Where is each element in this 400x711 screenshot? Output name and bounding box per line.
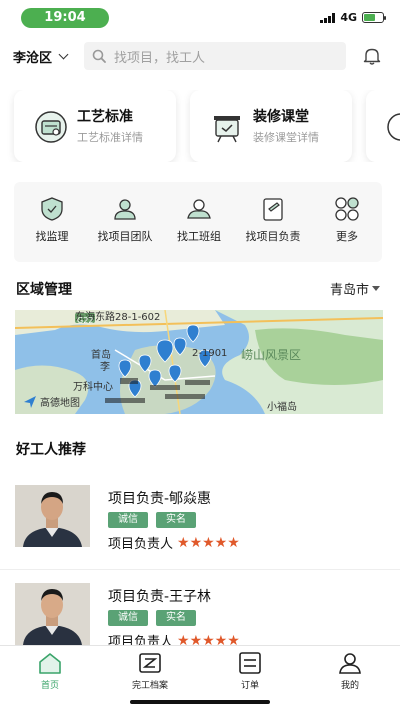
tab-profile[interactable]: 我的 xyxy=(310,652,390,691)
badge-verified: 实名 xyxy=(156,512,196,528)
craft-standard-icon xyxy=(35,111,67,143)
badge-credit: 诚信 xyxy=(108,610,148,626)
tab-archive[interactable]: 完工档案 xyxy=(110,652,190,691)
quick-action-project-lead[interactable]: 找项目负责 xyxy=(238,196,308,244)
quick-action-label: 找项目负责 xyxy=(245,230,301,243)
feature-subtitle: 装修课堂详情 xyxy=(253,131,319,144)
worker-role-row: 项目负责人 ★★★★★ xyxy=(108,533,240,553)
worker-name: 项目负责-郇焱惠 xyxy=(108,491,212,507)
team-icon xyxy=(114,199,136,220)
battery-icon xyxy=(362,12,386,23)
worker-photo xyxy=(15,583,90,645)
tab-label: 首页 xyxy=(40,681,59,691)
quick-actions: 找监理 找项目团队 找工班组 找项目负责 更多 xyxy=(14,182,382,262)
map-label-highway: G22 xyxy=(77,316,94,325)
search-input[interactable]: 找项目，找工人 xyxy=(84,42,346,70)
archive-icon xyxy=(139,653,161,673)
map-label-vanke: 万科中心 xyxy=(73,382,113,393)
tab-label: 订单 xyxy=(240,681,259,691)
worker-badges: 诚信 实名 xyxy=(108,512,196,528)
city-label: 青岛市 xyxy=(329,283,369,298)
feature-card-decoration-class[interactable]: 装修课堂 装修课堂详情 xyxy=(190,90,352,162)
badge-verified: 实名 xyxy=(156,610,196,626)
worker-badges: 诚信 实名 xyxy=(108,610,196,626)
partial-feature-icon xyxy=(387,113,400,141)
shield-icon xyxy=(41,197,63,221)
worker-photo xyxy=(15,485,90,547)
quick-action-label: 更多 xyxy=(336,230,358,243)
divider xyxy=(0,569,400,570)
bell-icon[interactable] xyxy=(362,46,382,66)
map-provider-name: 高德地图 xyxy=(40,398,80,409)
city-selector[interactable]: 青岛市 xyxy=(330,279,380,298)
rating-stars: ★★★★★ xyxy=(177,534,240,551)
feature-subtitle: 工艺标准详情 xyxy=(77,131,143,144)
crew-icon xyxy=(187,199,211,219)
map-label-xiaofudao: 小福岛 xyxy=(267,402,297,413)
quick-action-label: 找工班组 xyxy=(177,230,221,243)
triangle-down-icon xyxy=(372,286,380,291)
map-label-laoshan: 崂山风景区 xyxy=(241,348,302,362)
badge-credit: 诚信 xyxy=(108,512,148,528)
map-label-address: 2-1901 xyxy=(192,348,228,359)
feature-title: 工艺标准 xyxy=(77,109,133,125)
navigation-arrow-icon xyxy=(24,395,36,408)
feature-card-craft-standard[interactable]: 工艺标准 工艺标准详情 xyxy=(14,90,176,162)
feature-cards: 工艺标准 工艺标准详情 装修课堂 装修课堂详情 xyxy=(0,90,400,162)
district-label: 李沧区 xyxy=(13,51,53,66)
quick-action-more[interactable]: 更多 xyxy=(312,196,382,244)
quick-action-label: 找项目团队 xyxy=(97,230,153,243)
worker-card[interactable]: 项目负责-郇焱惠 诚信 实名 项目负责人 ★★★★★ xyxy=(15,485,385,555)
network-type: 4G xyxy=(340,11,357,24)
status-bar: 19:04 4G xyxy=(0,0,400,34)
district-selector[interactable]: 李沧区 xyxy=(13,47,69,66)
search-row: 李沧区 找项目，找工人 xyxy=(0,40,400,72)
worker-card[interactable]: 项目负责-王子林 诚信 实名 项目负责人 ★★★★★ xyxy=(15,583,385,653)
home-indicator xyxy=(130,700,270,704)
region-map[interactable]: 东海东路28-1-602 G22 首岛 李 2-1901 崂山风景区 万科中心 … xyxy=(15,310,383,414)
recommend-section-title: 好工人推荐 xyxy=(16,442,86,458)
region-section-title: 区域管理 xyxy=(16,282,72,298)
status-time: 19:04 xyxy=(21,8,109,28)
map-label-li: 李 xyxy=(100,362,110,373)
signal-icon xyxy=(320,12,336,23)
home-icon xyxy=(39,653,61,674)
worker-role: 项目负责人 xyxy=(108,537,174,552)
tab-home[interactable]: 首页 xyxy=(10,652,90,691)
quick-action-label: 找监理 xyxy=(35,230,69,243)
worker-name: 项目负责-王子林 xyxy=(108,589,212,605)
search-placeholder: 找项目，找工人 xyxy=(114,50,206,66)
more-grid-icon xyxy=(335,197,359,221)
tab-label: 完工档案 xyxy=(131,681,168,691)
profile-icon xyxy=(339,653,361,674)
tab-orders[interactable]: 订单 xyxy=(210,652,290,691)
clipboard-icon xyxy=(263,198,283,221)
quick-action-crew[interactable]: 找工班组 xyxy=(164,196,234,244)
map-provider-logo: 高德地图 xyxy=(23,394,80,409)
decoration-class-icon xyxy=(214,116,240,143)
feature-card-partial[interactable] xyxy=(366,90,400,162)
chevron-down-icon xyxy=(58,49,69,60)
quick-action-supervisor[interactable]: 找监理 xyxy=(17,196,87,244)
quick-action-team[interactable]: 找项目团队 xyxy=(90,196,160,244)
search-icon xyxy=(92,49,106,63)
tab-label: 我的 xyxy=(340,681,359,691)
order-icon xyxy=(239,652,261,674)
status-indicators: 4G xyxy=(320,11,386,24)
feature-title: 装修课堂 xyxy=(253,109,309,125)
